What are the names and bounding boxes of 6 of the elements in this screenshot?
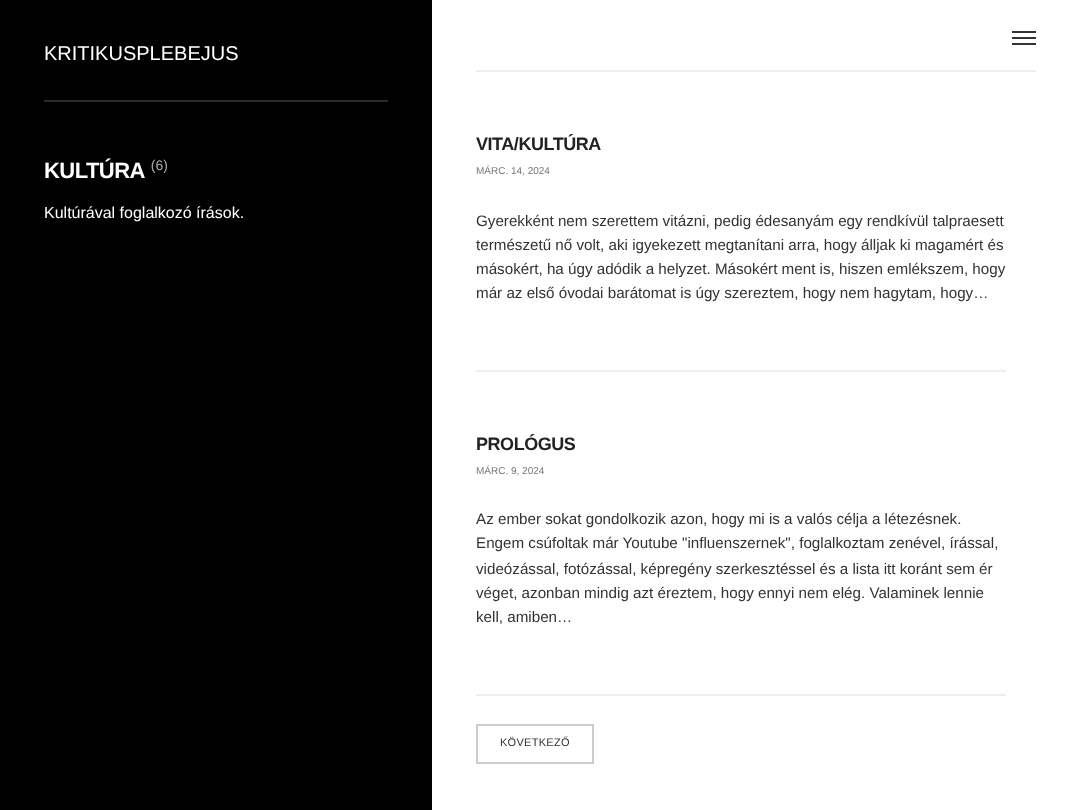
menu-icon[interactable] bbox=[1012, 30, 1036, 46]
post-title[interactable]: PROLÓGUS bbox=[476, 433, 1006, 456]
category-description: Kultúrával foglalkozó írások. bbox=[44, 202, 247, 226]
category-title: KULTÚRA bbox=[44, 160, 145, 186]
site-title[interactable]: KRITIKUSPLEBEJUS bbox=[44, 44, 239, 66]
post-title[interactable]: VITA/KULTÚRA bbox=[476, 134, 1006, 156]
